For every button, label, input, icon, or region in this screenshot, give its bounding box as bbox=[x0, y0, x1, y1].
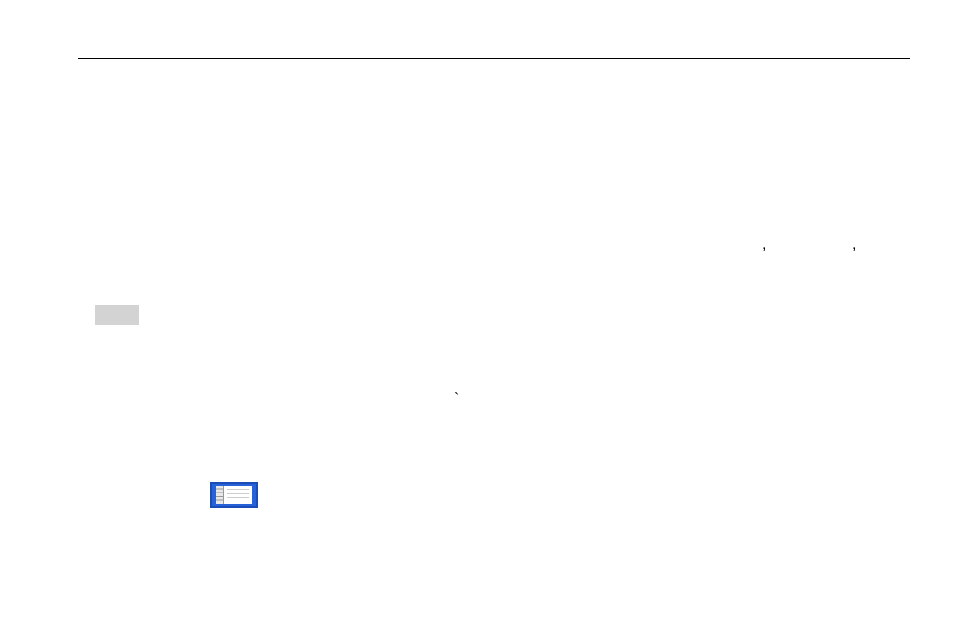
punctuation-mark: , bbox=[852, 236, 856, 254]
header-divider bbox=[78, 58, 910, 59]
punctuation-mark: ` bbox=[454, 391, 459, 409]
punctuation-mark: , bbox=[762, 236, 766, 254]
notebook-icon[interactable] bbox=[210, 482, 258, 508]
highlight-box bbox=[95, 305, 139, 325]
